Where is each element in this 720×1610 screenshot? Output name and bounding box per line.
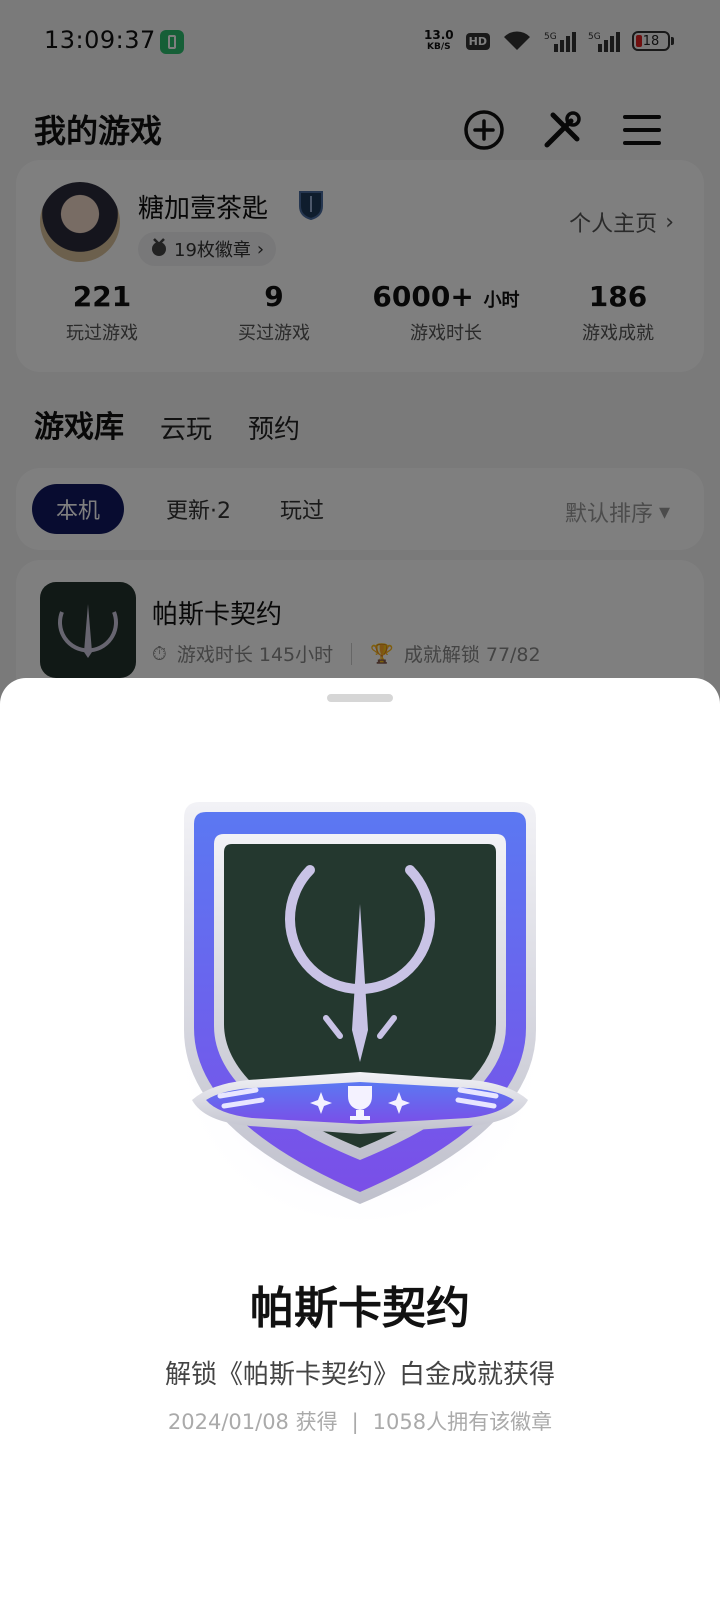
meta-separator: | <box>351 1410 359 1434</box>
badge-owners: 1058人拥有该徽章 <box>372 1410 553 1434</box>
badge-description: 解锁《帕斯卡契约》白金成就获得 <box>164 1360 555 1390</box>
sheet-drag-handle[interactable] <box>327 694 393 702</box>
badge-detail-sheet: 帕斯卡契约 解锁《帕斯卡契约》白金成就获得 2024/01/08 获得 | 1058… <box>0 678 720 1610</box>
badge-title: 帕斯卡契约 <box>250 1283 470 1334</box>
screen: 13:09:37 13.0 KB/S HD 5G 5G <box>0 0 720 1610</box>
badge-meta: 2024/01/08 获得 | 1058人拥有该徽章 <box>0 1406 720 1436</box>
badge-date: 2024/01/08 获得 <box>167 1410 338 1434</box>
battery-level: 18 <box>642 33 660 49</box>
badge-emblem-image <box>170 800 550 1220</box>
